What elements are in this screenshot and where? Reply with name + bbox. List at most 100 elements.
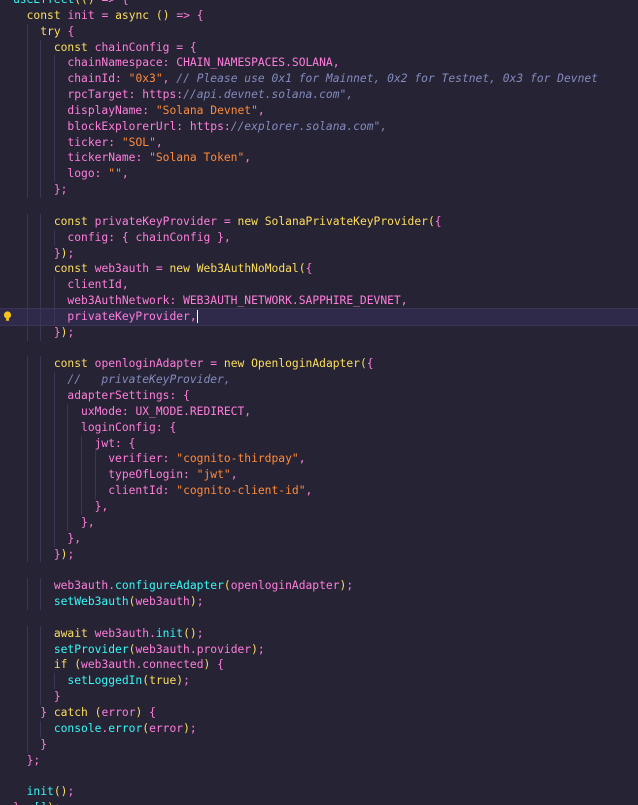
indent-guide (26, 435, 28, 452)
code-line[interactable]: const privateKeyProvider = new SolanaPri… (0, 213, 638, 230)
indent-guide (40, 657, 42, 674)
indent-guide (26, 578, 28, 595)
indent-guide (40, 403, 42, 420)
code-text: await web3auth.init(); (53, 626, 204, 640)
code-line[interactable]: await web3auth.init(); (0, 625, 638, 642)
code-line[interactable]: typeOfLogin: "jwt", (0, 467, 638, 484)
code-line[interactable] (0, 610, 638, 626)
code-line[interactable]: }, (0, 514, 638, 531)
indent-guide (26, 546, 28, 563)
code-line[interactable]: console.error(error); (0, 720, 638, 737)
code-text: useEffect(() => { (13, 0, 129, 6)
code-line[interactable]: rpcTarget: https://api.devnet.solana.com… (0, 87, 638, 103)
indent-guide (26, 356, 28, 373)
code-line[interactable]: }, (0, 499, 638, 515)
code-line[interactable]: const init = async () => { (0, 8, 638, 24)
indent-guide (40, 213, 42, 230)
code-text: const privateKeyProvider = new SolanaPri… (53, 214, 442, 228)
code-line[interactable]: setProvider(web3auth.provider); (0, 641, 638, 658)
indent-guide (26, 55, 28, 72)
code-line[interactable]: displayName: "Solana Devnet", (0, 102, 638, 119)
code-line[interactable]: blockExplorerUrl: https://explorer.solan… (0, 118, 638, 135)
indent-guide (40, 578, 42, 595)
indent-guide (53, 102, 55, 119)
indent-guide (40, 641, 42, 658)
code-line[interactable] (0, 768, 638, 784)
code-line[interactable]: chainId: "0x3", // Please use 0x1 for Ma… (0, 71, 638, 88)
code-line[interactable]: try { (0, 23, 638, 40)
indent-guide (94, 467, 96, 484)
code-line[interactable]: const web3auth = new Web3AuthNoModal({ (0, 261, 638, 278)
code-line[interactable]: tickerName: "Solana Token", (0, 150, 638, 167)
indent-guide (81, 499, 82, 515)
code-line[interactable]: }, []); (0, 800, 638, 805)
code-line[interactable]: clientId: "cognito-client-id", (0, 483, 638, 499)
code-line[interactable]: adapterSettings: { (0, 388, 638, 404)
code-text: }, []); (13, 801, 61, 805)
code-line[interactable]: chainNamespace: CHAIN_NAMESPACES.SOLANA, (0, 55, 638, 72)
code-line[interactable]: useEffect(() => { (0, 0, 638, 8)
indent-guide (53, 118, 55, 135)
indent-guide (53, 277, 55, 294)
code-line[interactable]: init(); (0, 784, 638, 800)
indent-guide (67, 451, 69, 468)
code-line[interactable]: privateKeyProvider, (0, 307, 638, 326)
indent-guide (67, 514, 69, 531)
indent-guide (26, 182, 28, 198)
code-area[interactable]: useEffect(() => { const init = async () … (0, 0, 638, 805)
indent-guide (40, 102, 42, 119)
indent-guide (53, 308, 55, 325)
code-text: clientId: "cognito-client-id", (108, 484, 313, 498)
code-line[interactable]: jwt: { (0, 435, 638, 452)
lightbulb-icon[interactable] (3, 311, 12, 322)
code-text: displayName: "Solana Devnet", (67, 103, 265, 117)
code-line[interactable]: }); (0, 546, 638, 563)
code-text: jwt: { (94, 436, 136, 450)
code-line[interactable]: setWeb3auth(web3auth); (0, 594, 638, 610)
code-line[interactable]: setLoggedIn(true); (0, 673, 638, 690)
indent-guide (26, 261, 28, 278)
code-line[interactable]: ticker: "SOL", (0, 134, 638, 151)
code-line[interactable]: const openloginAdapter = new OpenloginAd… (0, 356, 638, 373)
code-line[interactable]: uxMode: UX_MODE.REDIRECT, (0, 403, 638, 420)
code-line[interactable]: }; (0, 182, 638, 198)
code-line[interactable]: verifier: "cognito-thirdpay", (0, 451, 638, 468)
code-line[interactable] (0, 198, 638, 214)
indent-guide (40, 483, 42, 499)
code-line[interactable]: if (web3auth.connected) { (0, 657, 638, 674)
indent-guide (53, 467, 55, 484)
indent-guide (26, 229, 28, 246)
code-line[interactable]: } (0, 736, 638, 753)
indent-guide (40, 261, 42, 278)
code-line[interactable]: clientId, (0, 277, 638, 294)
indent-guide (40, 277, 42, 294)
indent-guide (26, 308, 28, 325)
indent-guide (40, 625, 42, 642)
code-line[interactable]: web3auth.configureAdapter(openloginAdapt… (0, 578, 638, 595)
code-text: } (40, 737, 48, 751)
indent-guide (26, 419, 28, 436)
indent-guide (53, 483, 55, 499)
code-line[interactable] (0, 341, 638, 357)
code-line[interactable]: }, (0, 530, 638, 547)
code-line[interactable]: logo: "", (0, 166, 638, 183)
code-line[interactable]: } (0, 689, 638, 705)
indent-guide (67, 435, 69, 452)
code-line[interactable] (0, 562, 638, 578)
code-line[interactable]: }); (0, 245, 638, 262)
code-text: } (53, 690, 61, 704)
indent-guide (53, 499, 55, 515)
code-line[interactable]: loginConfig: { (0, 419, 638, 436)
code-text: config: { chainConfig }, (67, 230, 231, 244)
indent-guide (40, 356, 42, 373)
code-line[interactable]: }; (0, 753, 638, 769)
indent-guide (26, 625, 28, 642)
code-line[interactable]: }); (0, 324, 638, 341)
code-line[interactable]: web3AuthNetwork: WEB3AUTH_NETWORK.SAPPHI… (0, 293, 638, 309)
code-line[interactable]: config: { chainConfig }, (0, 229, 638, 246)
code-line[interactable]: } catch (error) { (0, 704, 638, 721)
code-line[interactable]: // privateKeyProvider, (0, 372, 638, 389)
code-line[interactable]: const chainConfig = { (0, 39, 638, 56)
code-editor[interactable]: useEffect(() => { const init = async () … (0, 0, 638, 805)
indent-guide (40, 229, 42, 246)
